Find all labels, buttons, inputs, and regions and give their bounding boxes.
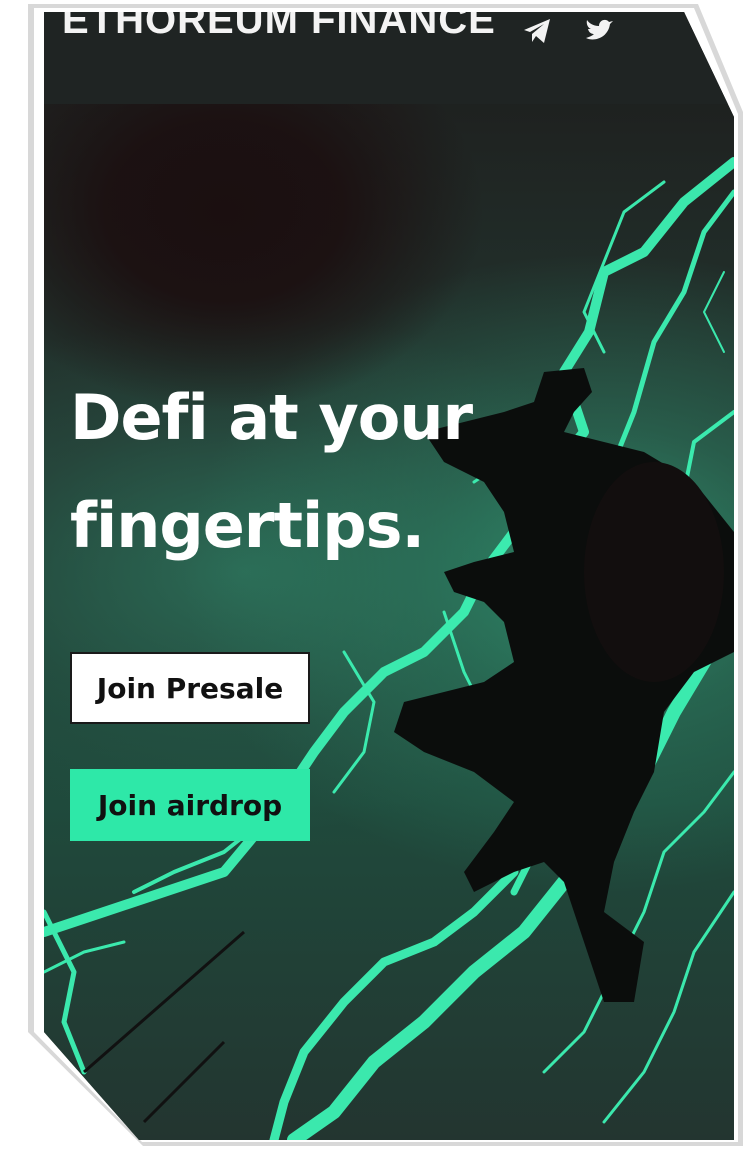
hero-title-line-1: Defi at your bbox=[70, 381, 473, 454]
join-presale-button[interactable]: Join Presale bbox=[70, 652, 310, 724]
top-navigation-bar: ETHOREUM FINANCE bbox=[44, 12, 734, 104]
telegram-icon[interactable] bbox=[522, 16, 552, 46]
hero-title: Defi at your fingertips. bbox=[70, 364, 530, 580]
hero-title-line-2: fingertips. bbox=[70, 489, 425, 562]
page-frame: ETHOREUM FINANCE Defi at your fingertips… bbox=[0, 0, 747, 1149]
hero-card: ETHOREUM FINANCE Defi at your fingertips… bbox=[44, 12, 734, 1140]
join-airdrop-button[interactable]: Join airdrop bbox=[70, 769, 310, 841]
sword-lines bbox=[83, 930, 245, 1124]
brand-logo-text[interactable]: ETHOREUM FINANCE bbox=[62, 12, 496, 43]
twitter-icon[interactable] bbox=[584, 16, 614, 46]
